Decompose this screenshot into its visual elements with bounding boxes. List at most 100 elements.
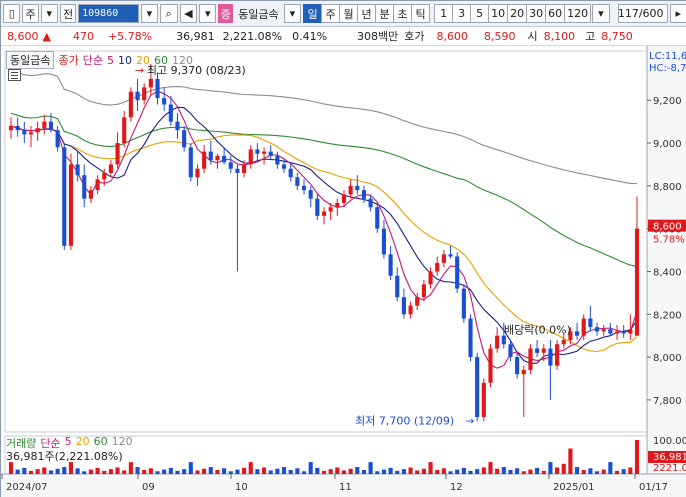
legend-stock-name[interactable]: 동일금속 bbox=[6, 51, 55, 69]
period-button[interactable]: 월 bbox=[339, 4, 359, 23]
legend-ma-type[interactable]: 단순 bbox=[83, 52, 103, 68]
candle-body bbox=[15, 125, 20, 131]
volume-bar bbox=[568, 448, 573, 474]
prev-stock-icon[interactable]: ◀ bbox=[179, 4, 198, 23]
volume-bar bbox=[515, 468, 520, 474]
period-button[interactable]: 주 bbox=[321, 4, 341, 23]
volume-bar bbox=[401, 469, 406, 474]
time-tick-label: 10 bbox=[235, 482, 248, 493]
volume-bar bbox=[608, 462, 613, 474]
candle-body bbox=[475, 357, 480, 418]
price-tick-label: 9,000 bbox=[653, 139, 682, 150]
jeon-button[interactable]: 전 bbox=[60, 4, 77, 23]
volume-bar bbox=[42, 467, 47, 474]
candle-body bbox=[335, 202, 340, 208]
candle-body bbox=[255, 149, 260, 154]
legend-ma10[interactable]: 10 bbox=[118, 54, 132, 67]
volume-bar bbox=[574, 467, 580, 474]
chart-menu-icon[interactable] bbox=[8, 69, 21, 81]
candle-body bbox=[634, 228, 640, 336]
interval-button[interactable]: 20 bbox=[507, 4, 528, 23]
volume-bar bbox=[408, 467, 413, 474]
interval-button[interactable]: 30 bbox=[526, 4, 547, 23]
volume-bar bbox=[208, 467, 213, 474]
candle-body bbox=[35, 128, 40, 133]
interval-button[interactable]: 10 bbox=[488, 4, 509, 23]
candle-body bbox=[188, 147, 193, 178]
price-change: 470 bbox=[72, 29, 94, 43]
candle-body bbox=[108, 164, 113, 174]
candle-body bbox=[242, 164, 247, 174]
volume-bar bbox=[115, 467, 120, 474]
volume-bar bbox=[82, 471, 87, 474]
chart-legend: 동일금속 종가 단순 5 10 20 60 120 bbox=[6, 51, 193, 69]
candle-body bbox=[142, 87, 147, 101]
interval-button[interactable]: 1 bbox=[434, 4, 454, 23]
count-dropdown-icon[interactable]: ▸ bbox=[669, 4, 686, 23]
volume-bar bbox=[594, 471, 600, 474]
data-count-input[interactable]: 117/600 bbox=[617, 4, 668, 23]
legend-price-label[interactable]: 종가 bbox=[58, 52, 78, 68]
hc-label: HC:-8,7 bbox=[649, 63, 686, 74]
candle-body bbox=[28, 132, 34, 135]
period-button[interactable]: 틱 bbox=[411, 4, 431, 23]
candle-body bbox=[162, 98, 167, 105]
volume-bar bbox=[601, 469, 606, 474]
period-button[interactable]: 일 bbox=[303, 4, 323, 23]
candle-body bbox=[408, 305, 413, 315]
market-dropdown-icon[interactable]: ▾ bbox=[40, 4, 58, 23]
candle-body bbox=[261, 151, 267, 154]
search-icon[interactable]: ⌕ bbox=[160, 4, 178, 23]
volume-bar bbox=[75, 468, 80, 474]
interval-button[interactable]: 5 bbox=[470, 4, 490, 23]
market-toggle[interactable]: 주 bbox=[22, 4, 39, 23]
volume-bar bbox=[468, 470, 473, 474]
candle-body bbox=[42, 121, 47, 129]
candle-body bbox=[308, 190, 313, 199]
candle-body bbox=[515, 357, 520, 375]
volume-bar bbox=[55, 468, 60, 474]
stock-code-input[interactable]: 109860 bbox=[78, 4, 139, 23]
candle-body bbox=[541, 348, 546, 353]
current-price: 8,600 bbox=[7, 29, 39, 43]
candle-body bbox=[561, 339, 566, 345]
interval-button[interactable]: 120 bbox=[564, 4, 592, 23]
volume-bar bbox=[335, 467, 340, 474]
interval-settings-icon[interactable]: ▾ bbox=[592, 4, 610, 23]
volume-bar bbox=[215, 470, 220, 474]
legend-ma20[interactable]: 20 bbox=[136, 54, 150, 67]
chart-window: ▯ 주 ▾ 전 109860 ▾ ⌕ ◀ ▾ 증 동일금속 ▾ 일주월년분초틱 … bbox=[0, 0, 686, 497]
interval-buttons: 1 3 5 10 20 30 60 120 bbox=[434, 4, 592, 23]
interval-button[interactable]: 60 bbox=[545, 4, 566, 23]
volume-bar bbox=[242, 467, 247, 474]
next-stock-icon[interactable]: ▾ bbox=[199, 4, 217, 23]
legend-ma5[interactable]: 5 bbox=[107, 54, 114, 67]
last-pct-label: 5.78% bbox=[653, 235, 685, 246]
time-tick-label: 01/17 bbox=[639, 482, 668, 493]
interval-button[interactable]: 3 bbox=[452, 4, 472, 23]
period-button[interactable]: 년 bbox=[357, 4, 377, 23]
volume-bar bbox=[441, 468, 446, 474]
period-button[interactable]: 초 bbox=[393, 4, 413, 23]
options-icon[interactable]: ▾ bbox=[283, 4, 302, 23]
volume-bar bbox=[368, 462, 373, 474]
volume-bar bbox=[455, 469, 460, 474]
volume-bar bbox=[188, 462, 193, 474]
candle-body bbox=[122, 117, 127, 144]
period-button[interactable]: 분 bbox=[375, 4, 395, 23]
code-dropdown-icon[interactable]: ▾ bbox=[140, 4, 159, 23]
price-tick-label: 8,800 bbox=[653, 182, 682, 193]
volume-tick-label: 36,981 bbox=[653, 452, 686, 463]
legend-ma60[interactable]: 60 bbox=[154, 54, 168, 67]
candle-body bbox=[495, 335, 500, 349]
price-chart[interactable]: 9,200 9,000 8,800 8,600 8,400 8,200 8,000 7,800… bbox=[1, 46, 686, 497]
volume-bar bbox=[388, 467, 393, 474]
candle-body bbox=[461, 288, 466, 319]
volume-bar bbox=[22, 467, 27, 474]
candle-body bbox=[348, 185, 353, 195]
low-arrow-icon: → bbox=[465, 414, 474, 427]
legend-ma120[interactable]: 120 bbox=[172, 54, 193, 67]
candle-body bbox=[288, 168, 293, 178]
window-menu-icon[interactable]: ▯ bbox=[3, 4, 21, 23]
price-change-pct: +5.78% bbox=[107, 29, 153, 43]
